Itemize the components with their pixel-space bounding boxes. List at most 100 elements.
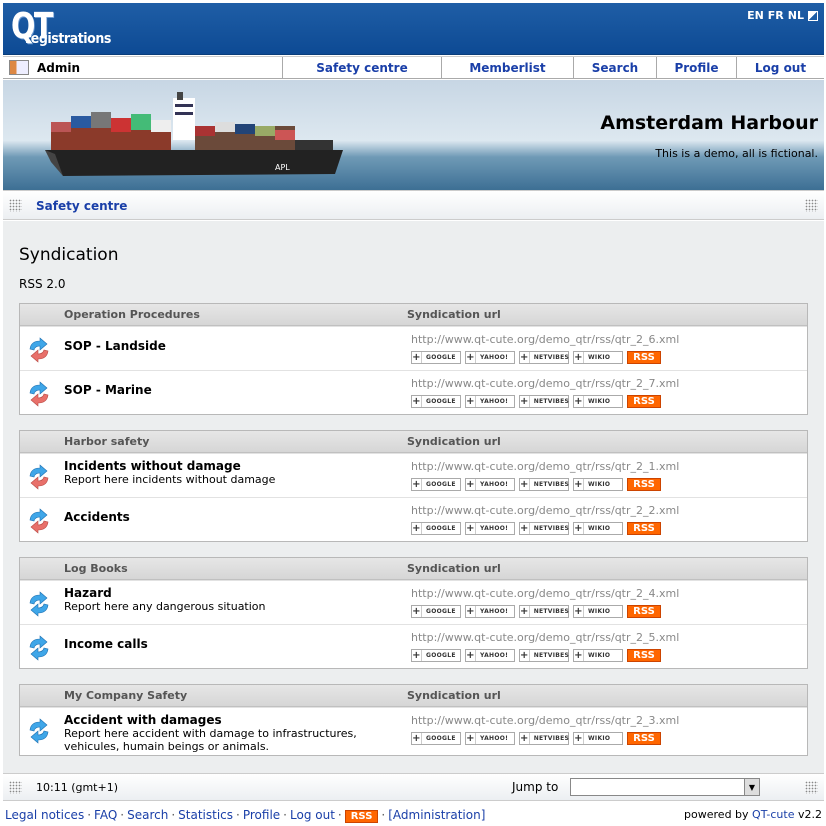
rss-feed-button[interactable]: RSS: [627, 522, 661, 535]
feed-url[interactable]: http://www.qt-cute.org/demo_qtr/rss/qtr_…: [411, 631, 679, 644]
feed-url[interactable]: http://www.qt-cute.org/demo_qtr/rss/qtr_…: [411, 460, 679, 473]
add-to-netvibes-button[interactable]: + NETVIBES: [519, 522, 569, 535]
plus-icon: +: [520, 396, 530, 407]
breadcrumb[interactable]: Safety centre: [36, 199, 127, 213]
add-to-google-button[interactable]: + GOOGLE: [411, 395, 461, 408]
google-label: GOOGLE: [426, 481, 456, 488]
rss-feed-button[interactable]: RSS: [627, 605, 661, 618]
jump-to-label: Jump to: [512, 780, 559, 794]
powered-by: powered by QT-cute v2.2: [684, 808, 822, 821]
plus-icon: +: [412, 479, 422, 490]
plus-icon: +: [412, 352, 422, 363]
add-to-netvibes-button[interactable]: + NETVIBES: [519, 351, 569, 364]
add-to-google-button[interactable]: + GOOGLE: [411, 522, 461, 535]
rss-feed-button[interactable]: RSS: [627, 478, 661, 491]
add-to-yahoo-button[interactable]: + YAHOO!: [465, 605, 515, 618]
feed-url[interactable]: http://www.qt-cute.org/demo_qtr/rss/qtr_…: [411, 587, 679, 600]
add-to-google-button[interactable]: + GOOGLE: [411, 351, 461, 364]
netvibes-label: NETVIBES: [533, 398, 570, 405]
link-profile[interactable]: Profile: [243, 808, 280, 822]
add-to-wikio-button[interactable]: + WIKIO: [573, 395, 623, 408]
add-to-yahoo-button[interactable]: + YAHOO!: [465, 732, 515, 745]
link-search[interactable]: Search: [127, 808, 168, 822]
breadcrumb-bar: Safety centre: [3, 190, 824, 220]
feed-title[interactable]: Income calls: [64, 637, 148, 651]
user-card-icon[interactable]: [9, 60, 29, 75]
top-header: QT registrations EN FR NL: [3, 3, 824, 55]
add-to-google-button[interactable]: + GOOGLE: [411, 732, 461, 745]
add-to-netvibes-button[interactable]: + NETVIBES: [519, 478, 569, 491]
add-to-yahoo-button[interactable]: + YAHOO!: [465, 522, 515, 535]
feed-title[interactable]: Accidents: [64, 510, 130, 524]
add-to-netvibes-button[interactable]: + NETVIBES: [519, 395, 569, 408]
fullscreen-icon[interactable]: [808, 10, 818, 21]
add-to-wikio-button[interactable]: + WIKIO: [573, 478, 623, 491]
lang-fr[interactable]: FR: [768, 9, 784, 22]
add-to-google-button[interactable]: + GOOGLE: [411, 649, 461, 662]
qt-cute-link[interactable]: QT-cute: [752, 808, 794, 821]
add-to-google-button[interactable]: + GOOGLE: [411, 605, 461, 618]
plus-icon: +: [574, 396, 584, 407]
add-to-yahoo-button[interactable]: + YAHOO!: [465, 395, 515, 408]
link-administration[interactable]: [Administration]: [388, 808, 485, 822]
wikio-label: WIKIO: [588, 735, 611, 742]
link-statistics[interactable]: Statistics: [178, 808, 233, 822]
add-to-google-button[interactable]: + GOOGLE: [411, 478, 461, 491]
menu-item-search[interactable]: Search: [574, 57, 657, 78]
feed-row: Incidents without damage Report here inci…: [20, 453, 807, 497]
feed-title[interactable]: SOP - Landside: [64, 339, 166, 353]
menu-item-profile[interactable]: Profile: [657, 57, 737, 78]
add-to-yahoo-button[interactable]: + YAHOO!: [465, 649, 515, 662]
section-header: Log Books Syndication url: [20, 558, 807, 580]
lang-nl[interactable]: NL: [788, 9, 804, 22]
menu-item-memberlist[interactable]: Memberlist: [442, 57, 574, 78]
netvibes-label: NETVIBES: [533, 481, 570, 488]
rss-feed-button[interactable]: RSS: [627, 351, 661, 364]
svg-text:APL: APL: [275, 163, 290, 172]
add-to-wikio-button[interactable]: + WIKIO: [573, 649, 623, 662]
menu-item-log-out[interactable]: Log out: [737, 57, 824, 78]
syndication-url-header: Syndication url: [407, 562, 501, 575]
grip-icon-right: [805, 781, 818, 794]
link-faq[interactable]: FAQ: [94, 808, 117, 822]
feed-url[interactable]: http://www.qt-cute.org/demo_qtr/rss/qtr_…: [411, 333, 679, 346]
footer-bar: 10:11 (gmt+1) Jump to ▼: [3, 773, 824, 801]
rss-feed-button[interactable]: RSS: [627, 395, 661, 408]
plus-icon: +: [466, 523, 476, 534]
qt-logo[interactable]: QT registrations: [9, 7, 139, 51]
rss-feed-button[interactable]: RSS: [627, 649, 661, 662]
feed-buttons: + GOOGLE + YAHOO! + NETVIBES + WIKIO RSS: [411, 605, 661, 618]
link-log-out[interactable]: Log out: [290, 808, 335, 822]
feed-title[interactable]: SOP - Marine: [64, 383, 152, 397]
link-legal-notices[interactable]: Legal notices: [5, 808, 84, 822]
plus-icon: +: [574, 523, 584, 534]
syndication-section: Operation Procedures Syndication url SOP -…: [19, 303, 808, 415]
feed-title[interactable]: Accident with damages: [64, 713, 222, 727]
jump-to-select[interactable]: ▼: [570, 778, 760, 796]
feed-buttons: + GOOGLE + YAHOO! + NETVIBES + WIKIO RSS: [411, 522, 661, 535]
wikio-label: WIKIO: [588, 398, 611, 405]
rss-feed-button[interactable]: RSS: [627, 732, 661, 745]
lang-en[interactable]: EN: [747, 9, 764, 22]
sync-red-icon: [29, 508, 49, 534]
add-to-yahoo-button[interactable]: + YAHOO!: [465, 351, 515, 364]
feed-url[interactable]: http://www.qt-cute.org/demo_qtr/rss/qtr_…: [411, 377, 679, 390]
add-to-wikio-button[interactable]: + WIKIO: [573, 605, 623, 618]
feed-url[interactable]: http://www.qt-cute.org/demo_qtr/rss/qtr_…: [411, 714, 679, 727]
feed-url[interactable]: http://www.qt-cute.org/demo_qtr/rss/qtr_…: [411, 504, 679, 517]
grip-icon-left: [9, 781, 22, 794]
add-to-netvibes-button[interactable]: + NETVIBES: [519, 732, 569, 745]
add-to-wikio-button[interactable]: + WIKIO: [573, 351, 623, 364]
add-to-yahoo-button[interactable]: + YAHOO!: [465, 478, 515, 491]
rss-button[interactable]: RSS: [344, 810, 379, 823]
feed-title[interactable]: Incidents without damage: [64, 459, 241, 473]
menu-item-safety-centre[interactable]: Safety centre: [283, 57, 442, 78]
feed-title[interactable]: Hazard: [64, 586, 112, 600]
add-to-netvibes-button[interactable]: + NETVIBES: [519, 605, 569, 618]
netvibes-label: NETVIBES: [533, 525, 570, 532]
plus-icon: +: [412, 606, 422, 617]
chevron-down-icon[interactable]: ▼: [744, 779, 759, 795]
add-to-wikio-button[interactable]: + WIKIO: [573, 522, 623, 535]
add-to-wikio-button[interactable]: + WIKIO: [573, 732, 623, 745]
add-to-netvibes-button[interactable]: + NETVIBES: [519, 649, 569, 662]
